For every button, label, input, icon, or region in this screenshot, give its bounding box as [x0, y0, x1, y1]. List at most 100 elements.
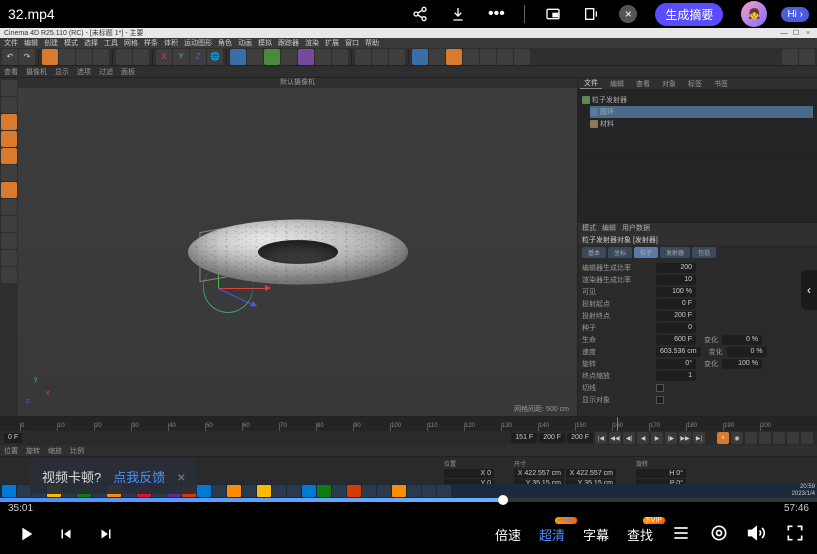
axis-mode-icon[interactable]: [1, 165, 17, 181]
taskbar-start-icon[interactable]: [2, 485, 16, 497]
next-button[interactable]: [92, 520, 120, 548]
share-icon[interactable]: [410, 4, 430, 24]
feedback-close-button[interactable]: ×: [177, 469, 185, 485]
show-objects-checkbox[interactable]: [656, 396, 664, 404]
spline-icon[interactable]: [247, 49, 263, 65]
rotation-input[interactable]: 0°: [656, 359, 696, 369]
search-button[interactable]: SVIP查找: [627, 525, 653, 544]
menu-item[interactable]: 网格: [124, 38, 138, 48]
move-tool-icon[interactable]: [59, 49, 75, 65]
torus-object[interactable]: [188, 187, 408, 317]
objects-tab[interactable]: 编辑: [606, 79, 628, 89]
timeline-ruler[interactable]: 0102030405060708090100110120130140150160…: [0, 417, 817, 431]
play-button[interactable]: [12, 520, 40, 548]
undo-icon[interactable]: ↶: [2, 49, 18, 65]
viewport-menu[interactable]: 选项: [77, 67, 91, 77]
playlist-icon[interactable]: [671, 523, 691, 546]
keyframe-scale-icon[interactable]: [773, 432, 785, 444]
attr-subtab[interactable]: 粒子: [634, 247, 658, 258]
z-axis-icon[interactable]: Z: [190, 49, 206, 65]
mograph-icon[interactable]: [412, 49, 428, 65]
pos-x-input[interactable]: X 0: [444, 469, 494, 478]
menu-item[interactable]: 角色: [218, 38, 232, 48]
attr-subtab[interactable]: 包括: [692, 247, 716, 258]
attr-tab[interactable]: 模式: [582, 223, 596, 233]
menu-item[interactable]: 样条: [144, 38, 158, 48]
workplane-tool-icon[interactable]: [1, 233, 17, 249]
menu-item[interactable]: 工具: [104, 38, 118, 48]
redo-icon[interactable]: ↷: [19, 49, 35, 65]
x-axis-icon[interactable]: X: [156, 49, 172, 65]
pip-icon[interactable]: [543, 4, 563, 24]
layout-icon[interactable]: [782, 49, 798, 65]
world-icon[interactable]: 🌐: [207, 49, 223, 65]
material-panel[interactable]: [578, 152, 817, 222]
generator-icon[interactable]: [264, 49, 280, 65]
effector-icon[interactable]: [446, 49, 462, 65]
taskbar-item[interactable]: [377, 485, 391, 497]
frame-start-input[interactable]: 0 F: [4, 433, 22, 443]
scale-tool-icon[interactable]: [76, 49, 92, 65]
scene-item-torus[interactable]: 圆环: [590, 106, 813, 118]
menu-item[interactable]: 创建: [44, 38, 58, 48]
progress-bar[interactable]: [0, 498, 817, 502]
menu-item[interactable]: 文件: [4, 38, 18, 48]
birthrate-editor-input[interactable]: 200: [656, 263, 696, 273]
goto-start-icon[interactable]: |◀: [595, 432, 607, 444]
menu-item[interactable]: 扩展: [325, 38, 339, 48]
volume-icon[interactable]: [747, 523, 767, 546]
locked-icon[interactable]: [1, 267, 17, 283]
taskbar-item[interactable]: [272, 485, 286, 497]
coord-mode-tab[interactable]: 比例: [70, 446, 84, 456]
endscale-input[interactable]: 1: [656, 371, 696, 381]
prev-frame-icon[interactable]: ◀|: [623, 432, 635, 444]
menu-item[interactable]: 窗口: [345, 38, 359, 48]
attr-subtab[interactable]: 发射器: [660, 247, 690, 258]
objects-tab[interactable]: 书签: [710, 79, 732, 89]
deformer-icon[interactable]: [281, 49, 297, 65]
taskbar-item[interactable]: [287, 485, 301, 497]
taskbar-item[interactable]: [212, 485, 226, 497]
objects-tab[interactable]: 标签: [684, 79, 706, 89]
menu-item[interactable]: 跟踪器: [278, 38, 299, 48]
quantize-icon[interactable]: [1, 250, 17, 266]
menu-item[interactable]: 运动图形: [184, 38, 212, 48]
objects-tab[interactable]: 对象: [658, 79, 680, 89]
objects-tab[interactable]: 文件: [580, 78, 602, 89]
menu-item[interactable]: 模式: [64, 38, 78, 48]
grid-icon[interactable]: [480, 49, 496, 65]
goto-end-icon[interactable]: ▶|: [693, 432, 705, 444]
menu-item[interactable]: 帮助: [365, 38, 379, 48]
menu-item[interactable]: 选择: [84, 38, 98, 48]
viewport[interactable]: 默认摄像机 y x z 网格间距: 500 cm: [18, 78, 577, 416]
keyframe-param-icon[interactable]: [801, 432, 813, 444]
play-forward-icon[interactable]: ▶: [651, 432, 663, 444]
taskbar-item[interactable]: [302, 485, 316, 497]
rotation-var-input[interactable]: 100 %: [722, 359, 762, 369]
keyframe-sel-icon[interactable]: [745, 432, 757, 444]
edge-mode-icon[interactable]: [1, 131, 17, 147]
taskbar-item[interactable]: [392, 485, 406, 497]
taskbar-item[interactable]: [422, 485, 436, 497]
autokey-icon[interactable]: ◉: [731, 432, 743, 444]
keyframe-rot-icon[interactable]: [787, 432, 799, 444]
cube-primitive-icon[interactable]: [230, 49, 246, 65]
seed-input[interactable]: 0: [656, 323, 696, 333]
hi-badge[interactable]: Hi ›: [781, 7, 809, 22]
taskbar-item[interactable]: [242, 485, 256, 497]
scene-tree[interactable]: 粒子发射器 圆环 材料: [578, 90, 817, 152]
lifetime-input[interactable]: 600 F: [656, 335, 696, 345]
more-icon[interactable]: •••: [486, 4, 506, 24]
tag-icon[interactable]: [463, 49, 479, 65]
taskbar-item[interactable]: [437, 485, 451, 497]
model-mode-icon[interactable]: [1, 80, 17, 96]
tweak-icon[interactable]: [1, 182, 17, 198]
render-region-icon[interactable]: [372, 49, 388, 65]
taskbar-item[interactable]: [317, 485, 331, 497]
attr-tab[interactable]: 用户数据: [622, 223, 650, 233]
render-settings-icon[interactable]: [389, 49, 405, 65]
workplane-icon[interactable]: [514, 49, 530, 65]
rot-h-input[interactable]: H 0°: [636, 469, 686, 478]
menu-item[interactable]: 动画: [238, 38, 252, 48]
download-icon[interactable]: [448, 4, 468, 24]
